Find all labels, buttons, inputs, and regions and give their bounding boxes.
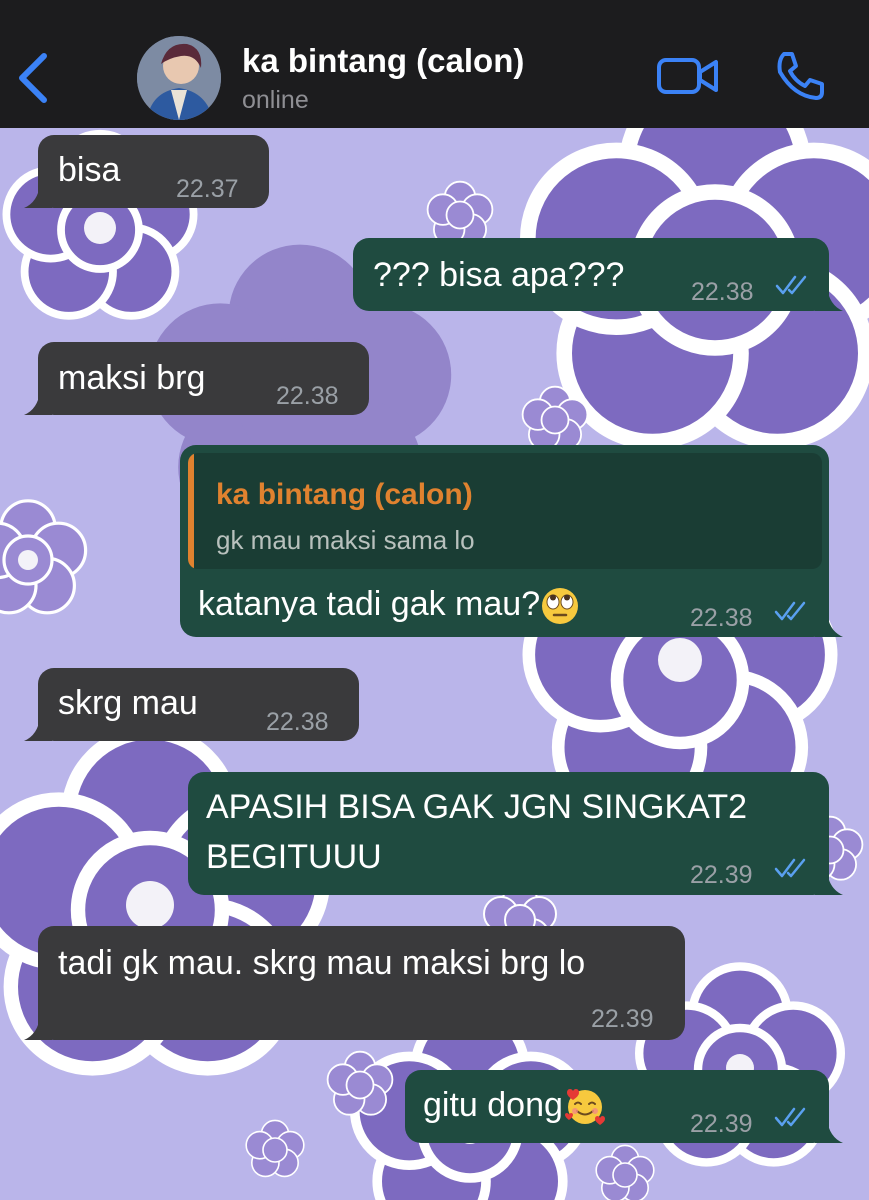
read-receipt-icon: [774, 858, 806, 878]
read-receipt-icon: [775, 275, 807, 295]
message-bubble-incoming[interactable]: bisa 22.37: [24, 135, 269, 208]
smiling-face-with-hearts-emoji-icon: [564, 1089, 605, 1126]
bubble-tail: [24, 391, 52, 415]
quote-text: gk mau maksi sama lo: [216, 525, 475, 555]
message-text-line-1: APASIH BISA GAK JGN SINGKAT2: [206, 788, 748, 826]
chevron-left-icon[interactable]: [14, 50, 54, 106]
message-time: 22.39: [591, 1005, 654, 1033]
bubble-tail: [24, 717, 52, 741]
message-text: maksi brg: [58, 359, 206, 397]
message-text: katanya tadi gak mau?: [198, 585, 541, 623]
message-bubble-incoming[interactable]: maksi brg 22.38: [24, 342, 369, 415]
contact-name[interactable]: ka bintang (calon): [242, 42, 524, 80]
bubble-tail: [815, 287, 843, 311]
reply-quote[interactable]: ka bintang (calon) gk mau maksi sama lo: [188, 453, 822, 569]
video-camera-icon[interactable]: [656, 54, 720, 98]
bubble-tail: [815, 1119, 843, 1143]
bubble-tail: [24, 184, 52, 208]
message-text: ??? bisa apa???: [373, 256, 625, 294]
rolling-eyes-emoji-icon: [542, 588, 579, 625]
message-bubble-outgoing[interactable]: ??? bisa apa??? 22.38: [353, 238, 843, 311]
message-time: 22.39: [690, 1110, 753, 1138]
bubble-tail: [815, 613, 843, 637]
message-text: bisa: [58, 151, 121, 189]
read-receipt-icon: [774, 601, 806, 621]
message-bubble-outgoing[interactable]: gitu dong 22.39: [405, 1070, 843, 1143]
quote-author: ka bintang (calon): [216, 478, 473, 511]
message-time: 22.38: [690, 604, 753, 632]
avatar[interactable]: [137, 36, 221, 120]
message-bubble-incoming[interactable]: tadi gk mau. skrg mau maksi brg lo 22.39: [24, 926, 685, 1040]
message-bubble-outgoing[interactable]: ka bintang (calon) gk mau maksi sama lo …: [180, 445, 843, 637]
message-time: 22.38: [276, 382, 339, 410]
read-receipt-icon: [774, 1107, 806, 1127]
message-text-line-2: BEGITUUU: [206, 838, 382, 876]
message-text: skrg mau: [58, 684, 198, 722]
message-time: 22.39: [690, 861, 753, 889]
bubble-tail: [24, 1016, 52, 1040]
contact-status: online: [242, 86, 309, 114]
quote-accent-bar: [188, 453, 194, 569]
phone-icon[interactable]: [774, 50, 826, 102]
message-time: 22.38: [266, 708, 329, 736]
message-text: gitu dong: [423, 1086, 563, 1124]
message-time: 22.37: [176, 175, 239, 203]
message-time: 22.38: [691, 278, 754, 306]
message-text: tadi gk mau. skrg mau maksi brg lo: [58, 944, 586, 982]
bubble-tail: [815, 871, 843, 895]
message-bubble-incoming[interactable]: skrg mau 22.38: [24, 668, 359, 741]
message-bubble-outgoing[interactable]: APASIH BISA GAK JGN SINGKAT2 BEGITUUU 22…: [188, 772, 843, 895]
chat-header: ka bintang (calon) online: [0, 0, 869, 128]
